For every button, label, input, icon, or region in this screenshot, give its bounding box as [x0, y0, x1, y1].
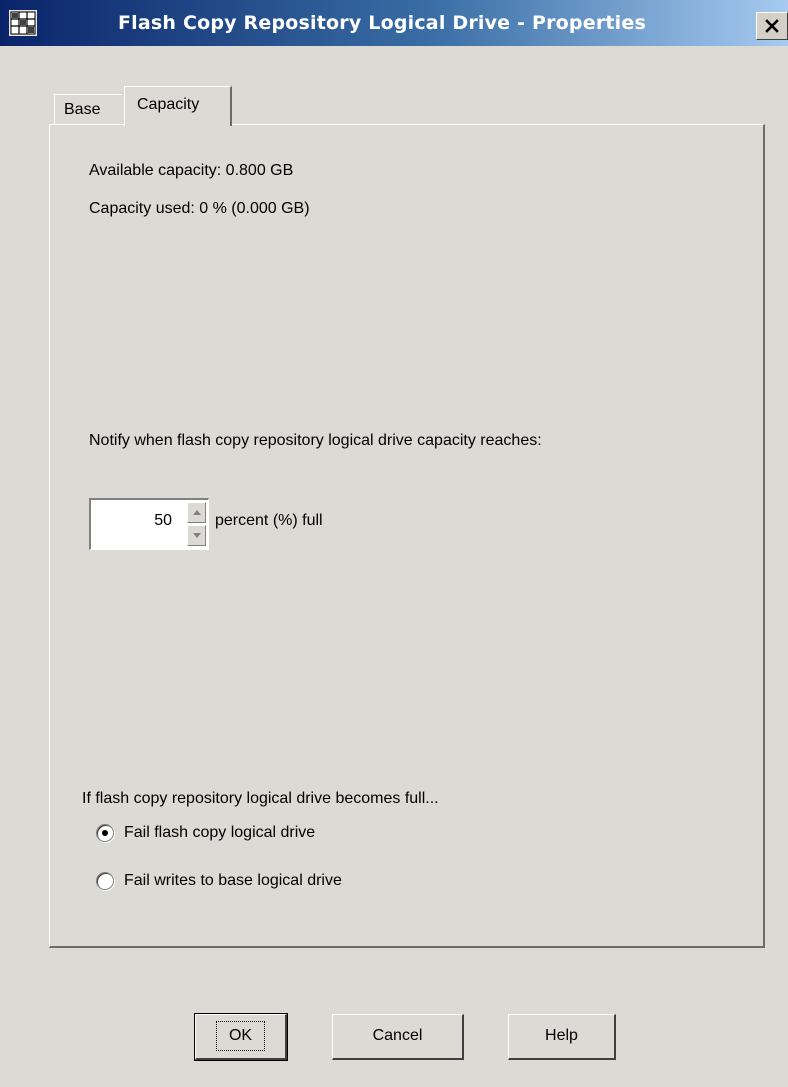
capacity-panel: [49, 124, 765, 948]
window-title: Flash Copy Repository Logical Drive - Pr…: [118, 12, 646, 34]
close-icon: [765, 19, 779, 33]
help-button-label: Help: [545, 1027, 578, 1044]
cancel-button[interactable]: Cancel: [332, 1014, 464, 1060]
tab-capacity-label: Capacity: [137, 96, 200, 113]
tab-base[interactable]: Base: [54, 94, 122, 124]
title-bar: Flash Copy Repository Logical Drive - Pr…: [0, 0, 788, 46]
tab-base-label: Base: [64, 101, 101, 118]
tab-capacity[interactable]: Capacity: [124, 86, 232, 126]
close-button[interactable]: [756, 12, 788, 40]
cancel-button-label: Cancel: [372, 1027, 423, 1044]
ok-button[interactable]: OK: [194, 1013, 288, 1061]
help-button[interactable]: Help: [508, 1014, 616, 1060]
grid-window-icon[interactable]: [9, 10, 37, 36]
ok-button-label: OK: [215, 1021, 266, 1051]
